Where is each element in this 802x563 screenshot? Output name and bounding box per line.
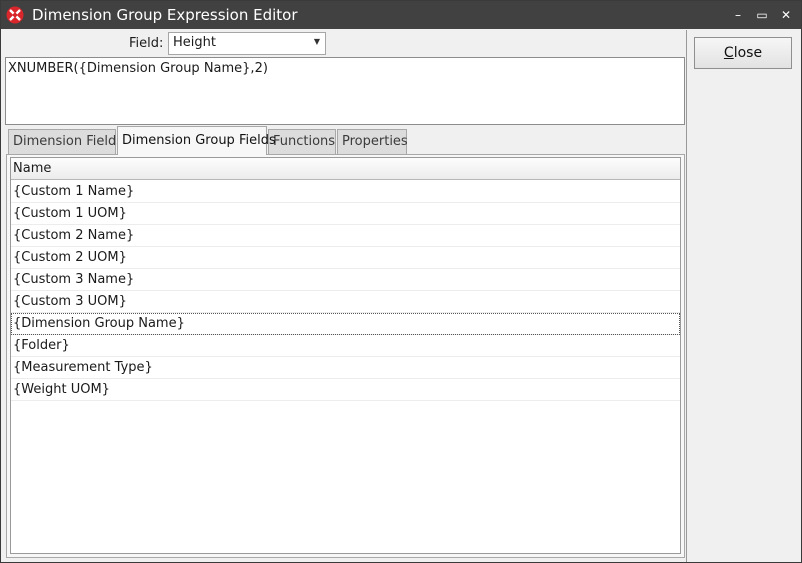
table-row[interactable]: {Custom 1 UOM} xyxy=(11,203,680,225)
table-row[interactable]: {Weight UOM} xyxy=(11,379,680,401)
expression-input[interactable]: XNUMBER({Dimension Group Name},2) xyxy=(5,57,685,125)
grid-header[interactable]: Name xyxy=(11,158,680,180)
app-logo-icon xyxy=(6,6,24,24)
column-header-name[interactable]: Name xyxy=(13,161,51,176)
row-name: {Custom 2 Name} xyxy=(13,228,135,243)
table-row[interactable]: {Custom 3 Name} xyxy=(11,269,680,291)
row-name: {Custom 3 UOM} xyxy=(13,294,127,309)
close-window-icon[interactable]: ✕ xyxy=(776,5,796,25)
tab-properties[interactable]: Properties xyxy=(337,129,408,154)
tab-dimension-fields[interactable]: Dimension Fields xyxy=(8,129,123,154)
field-label: Field: xyxy=(129,36,164,51)
table-row[interactable]: {Measurement Type} xyxy=(11,357,680,379)
chevron-down-icon[interactable]: ▼ xyxy=(314,37,320,46)
maximize-icon[interactable]: ▭ xyxy=(752,5,772,25)
row-name: {Weight UOM} xyxy=(13,382,110,397)
actions-panel: Close xyxy=(686,30,801,562)
table-row[interactable]: {Custom 1 Name} xyxy=(11,181,680,203)
field-dropdown[interactable]: Height ▼ xyxy=(168,32,326,55)
table-row-selected[interactable]: {Dimension Group Name} xyxy=(11,313,680,335)
minimize-icon[interactable]: – xyxy=(728,5,748,25)
row-name: {Custom 2 UOM} xyxy=(13,250,127,265)
row-name: {Dimension Group Name} xyxy=(13,316,185,331)
window-title: Dimension Group Expression Editor xyxy=(32,6,298,24)
row-name: {Folder} xyxy=(13,338,70,353)
expression-editor-window: Dimension Group Expression Editor – ▭ ✕ … xyxy=(0,0,802,563)
close-button[interactable]: Close xyxy=(694,37,792,69)
table-row[interactable]: {Custom 3 UOM} xyxy=(11,291,680,313)
row-name: {Measurement Type} xyxy=(13,360,153,375)
row-name: {Custom 1 Name} xyxy=(13,184,135,199)
table-row[interactable]: {Custom 2 Name} xyxy=(11,225,680,247)
tab-functions[interactable]: Functions xyxy=(268,129,336,154)
row-name: {Custom 3 Name} xyxy=(13,272,135,287)
table-row[interactable]: {Custom 2 UOM} xyxy=(11,247,680,269)
close-button-label: lose xyxy=(733,45,763,61)
tab-dimension-group-fields[interactable]: Dimension Group Fields xyxy=(117,126,276,155)
field-dropdown-value: Height xyxy=(173,35,216,50)
grid-body: {Custom 1 Name} {Custom 1 UOM} {Custom 2… xyxy=(11,181,680,401)
row-name: {Custom 1 UOM} xyxy=(13,206,127,221)
close-button-mnemonic: C xyxy=(723,45,734,61)
fields-grid[interactable]: Name {Custom 1 Name} {Custom 1 UOM} {Cus… xyxy=(10,157,681,554)
title-bar[interactable]: Dimension Group Expression Editor – ▭ ✕ xyxy=(1,1,801,29)
tab-panel: Name {Custom 1 Name} {Custom 1 UOM} {Cus… xyxy=(6,154,685,558)
table-row[interactable]: {Folder} xyxy=(11,335,680,357)
